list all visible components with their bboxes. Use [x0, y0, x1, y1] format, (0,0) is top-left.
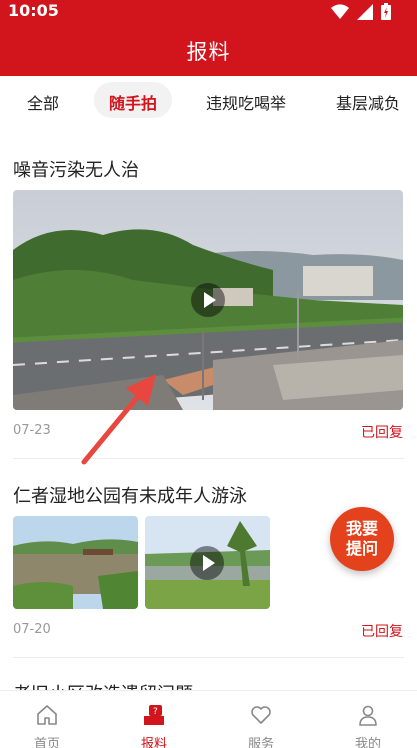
nav-home[interactable]: 首页: [7, 695, 87, 748]
signal-icon: [357, 3, 373, 20]
post-title[interactable]: 仁者湿地公园有未成年人游泳: [13, 482, 247, 508]
lake-image: [13, 516, 138, 609]
annotation-arrow-icon: [81, 374, 156, 465]
heart-icon: [251, 706, 271, 724]
post-video-thumbnail[interactable]: [145, 516, 270, 609]
tab-snapshot-active[interactable]: 随手拍: [94, 82, 172, 118]
ask-question-button[interactable]: 我要 提问: [330, 507, 394, 571]
tab-grassroots[interactable]: 基层减负: [336, 90, 400, 114]
play-icon[interactable]: [190, 546, 224, 580]
nav-profile-label: 我的: [354, 737, 381, 748]
tab-violations[interactable]: 违规吃喝举: [206, 90, 286, 114]
nav-home-label: 首页: [33, 737, 60, 748]
post-image-thumbnail[interactable]: [13, 516, 138, 609]
battery-icon: [381, 3, 391, 20]
nav-profile[interactable]: 我的: [328, 695, 408, 748]
report-icon: ?: [144, 705, 164, 725]
app-header: 报料: [0, 24, 417, 76]
home-icon: [37, 705, 57, 725]
reply-status: 已回复: [361, 624, 403, 640]
nav-report-label: 报料: [140, 737, 167, 748]
tab-snapshot-label: 随手拍: [108, 94, 157, 113]
post-video-thumbnail[interactable]: [13, 190, 403, 410]
bottom-nav: 首页 ? 报料 服务 我的: [0, 690, 417, 748]
divider: [13, 657, 404, 658]
nav-services-label: 服务: [247, 737, 274, 748]
ask-question-label: 我要 提问: [345, 519, 378, 558]
user-icon: [359, 705, 377, 726]
status-icons: [331, 3, 391, 20]
divider: [13, 458, 404, 459]
svg-text:?: ?: [153, 707, 158, 717]
category-tabs: 全部 违规吃喝举 基层减负: [0, 76, 417, 128]
play-icon[interactable]: [191, 283, 225, 317]
status-time: 10:05: [8, 1, 59, 20]
tab-all[interactable]: 全部: [27, 90, 59, 114]
nav-report[interactable]: ? 报料: [114, 695, 194, 748]
status-bar: 10:05: [0, 0, 417, 24]
nav-services[interactable]: 服务: [221, 695, 301, 748]
reply-status: 已回复: [361, 425, 403, 441]
post-title[interactable]: 噪音污染无人治: [13, 156, 139, 182]
post-date: 07-23: [13, 423, 51, 438]
page-title: 报料: [186, 40, 231, 64]
post-date: 07-20: [13, 622, 51, 637]
wifi-icon: [331, 3, 349, 19]
